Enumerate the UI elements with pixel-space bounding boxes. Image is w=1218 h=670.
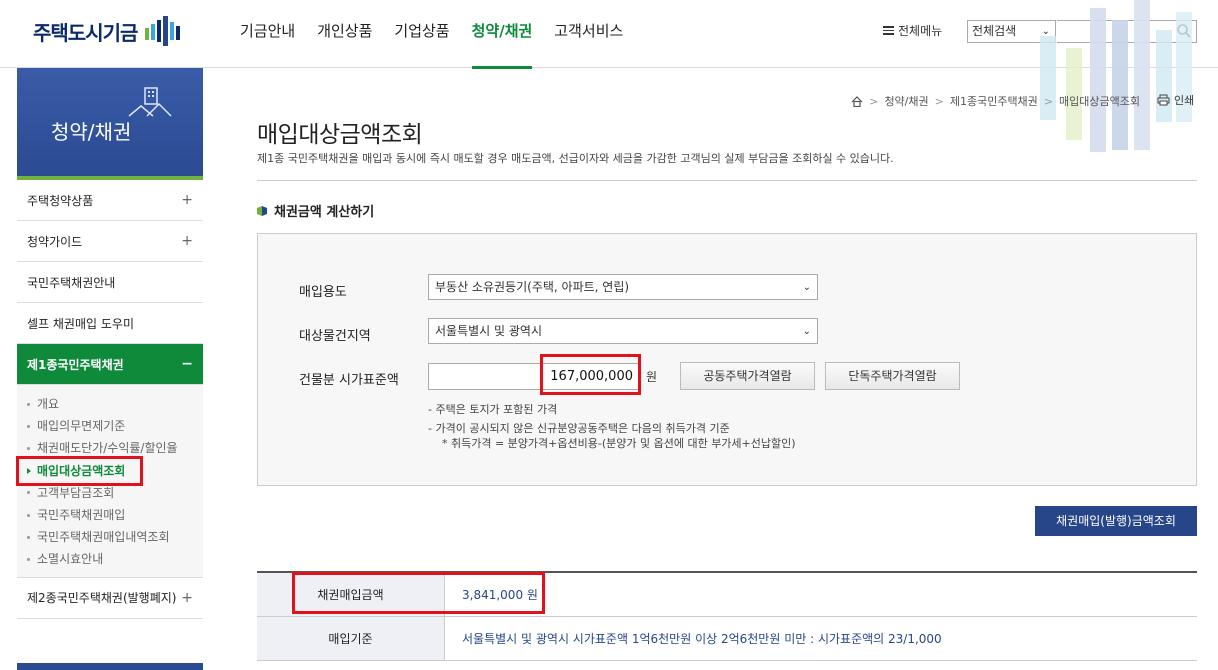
sidebar-item-label: 국민주택채권안내 — [27, 275, 116, 290]
submenu-label: 국민주택채권매입 — [37, 508, 126, 523]
breadcrumb-item-current: 매입대상금액조회 — [1059, 95, 1140, 108]
submenu-item-bond-purchase[interactable]: 국민주택채권매입 — [27, 504, 203, 526]
page-title: 매입대상금액조회 — [257, 122, 423, 148]
submenu-item-prescription[interactable]: 소멸시효안내 — [27, 548, 203, 570]
bullet-icon — [27, 446, 30, 450]
sidebar-item-type1-bond[interactable]: 제1종국민주택채권 − — [17, 344, 203, 385]
bullet-icon — [27, 535, 30, 539]
sidebar-item-label: 셀프 채권매입 도우미 — [27, 316, 134, 331]
page-description: 제1종 국민주택채권을 매입과 동시에 즉시 매도할 경우 매도금액, 선급이자… — [257, 152, 894, 165]
sidebar-menu: 주택청약상품 + 청약가이드 + 국민주택채권안내 셀프 채권매입 도우미 제1… — [17, 180, 203, 619]
nav-fund-info[interactable]: 기금안내 — [240, 0, 295, 68]
form-note: - 가격이 공시되지 않은 신규분양공동주택은 다음의 취득가격 기준 — [428, 422, 730, 435]
nav-subscription-bond[interactable]: 청약/채권 — [471, 0, 532, 69]
chevron-right-icon: > — [1043, 94, 1054, 108]
price-unit: 원 — [646, 370, 658, 384]
bullet-icon — [27, 557, 30, 561]
header-decoration — [1040, 0, 1192, 152]
submenu-item-overview[interactable]: 개요 — [27, 393, 203, 415]
chevron-right-icon: > — [934, 94, 944, 108]
section-title: 채권금액 계산하기 — [257, 201, 374, 220]
section-marker-icon — [257, 205, 267, 216]
apartment-price-button[interactable]: 공동주택가격열람 — [680, 362, 815, 390]
sidebar-item-bond-info[interactable]: 국민주택채권안내 — [17, 262, 203, 303]
chevron-down-icon: ⌄ — [802, 282, 811, 293]
logo-mark-icon — [145, 16, 181, 46]
site-logo[interactable]: 주택도시기금 — [33, 16, 181, 46]
sidebar-item-label: 주택청약상품 — [27, 193, 94, 208]
purpose-label: 매입용도 — [299, 285, 347, 300]
main-nav: 기금안내 개인상품 기업상품 청약/채권 고객서비스 — [240, 0, 645, 69]
minus-icon: − — [181, 356, 193, 372]
region-select[interactable]: 서울특별시 및 광역시 ⌄ — [428, 318, 818, 344]
printer-icon — [1157, 94, 1170, 106]
sidebar-title: 청약/채권 — [51, 120, 132, 144]
building-icon — [128, 87, 172, 117]
submenu-label: 국민주택채권매입내역조회 — [37, 530, 170, 545]
house-price-button[interactable]: 단독주택가격열람 — [825, 362, 960, 390]
result-basis-value: 서울특별시 및 광역시 시가표준액 1억6천만원 이상 2억6천만원 미만 : … — [462, 632, 942, 646]
home-icon[interactable] — [851, 95, 863, 107]
highlight-box-price — [540, 354, 641, 395]
calculate-bond-amount-button[interactable]: 채권매입(발행)금액조회 — [1035, 506, 1197, 536]
submenu-label: 매입의무면제기준 — [37, 419, 126, 434]
chevron-down-icon: ⌄ — [802, 326, 811, 337]
sidebar-item-label: 청약가이드 — [27, 234, 83, 249]
breadcrumb-item[interactable]: 제1종국민주택채권 — [950, 93, 1038, 109]
bullet-icon — [27, 513, 30, 517]
breadcrumb: > 청약/채권 > 제1종국민주택채권 > 매입대상금액조회 — [851, 93, 1140, 109]
submenu-label: 소멸시효안내 — [37, 552, 104, 567]
region-value: 서울특별시 및 광역시 — [435, 324, 542, 338]
all-menu-button[interactable]: 전체메뉴 — [883, 22, 942, 39]
breadcrumb-item[interactable]: 청약/채권 — [884, 93, 928, 109]
form-note: * 취득가격 = 분양가격+옵션비용-(분양가 및 옵션에 대한 부가세+선납할… — [442, 437, 796, 450]
sidebar-item-self-bond-helper[interactable]: 셀프 채권매입 도우미 — [17, 303, 203, 344]
sidebar-item-label: 제1종국민주택채권 — [27, 357, 124, 372]
nav-customer-service[interactable]: 고객서비스 — [554, 0, 623, 68]
sidebar-banner: 청약/채권 — [17, 68, 203, 179]
plus-icon: + — [181, 233, 193, 249]
print-button[interactable]: 인쇄 — [1157, 92, 1194, 108]
sidebar-item-subscription-guide[interactable]: 청약가이드 + — [17, 221, 203, 262]
submenu-label: 개요 — [37, 397, 60, 412]
table-row: 매입기준 서울특별시 및 광역시 시가표준액 1억6천만원 이상 2억6천만원 … — [257, 617, 1197, 661]
sidebar-item-housing-subscription[interactable]: 주택청약상품 + — [17, 180, 203, 221]
price-label: 건물분 시가표준액 — [299, 373, 399, 388]
section-title-text: 채권금액 계산하기 — [274, 205, 375, 220]
plus-icon: + — [181, 192, 193, 208]
all-menu-label: 전체메뉴 — [898, 24, 943, 38]
print-label: 인쇄 — [1174, 94, 1195, 107]
chevron-right-icon: > — [869, 94, 879, 108]
purpose-select[interactable]: 부동산 소유권등기(주택, 아파트, 연립) ⌄ — [428, 274, 818, 300]
submenu-item-exemption[interactable]: 매입의무면제기준 — [27, 415, 203, 437]
sidebar-item-label: 제2종국민주택채권(발행폐지) — [27, 591, 177, 605]
logo-text: 주택도시기금 — [33, 20, 138, 45]
region-label: 대상물건지역 — [299, 329, 371, 344]
bullet-icon — [27, 402, 30, 406]
highlight-box-sidebar — [16, 456, 143, 486]
sidebar-item-type2-bond[interactable]: 제2종국민주택채권(발행폐지) + — [17, 578, 203, 619]
nav-personal-products[interactable]: 개인상품 — [317, 0, 372, 68]
result-basis-label: 매입기준 — [257, 617, 445, 660]
bullet-icon — [27, 424, 30, 428]
search-scope-value: 전체검색 — [972, 24, 1017, 38]
hamburger-icon — [883, 24, 894, 37]
nav-corporate-products[interactable]: 기업상품 — [394, 0, 449, 68]
plus-icon: + — [181, 589, 193, 606]
divider — [257, 180, 1197, 181]
purpose-value: 부동산 소유권등기(주택, 아파트, 연립) — [435, 280, 630, 294]
bullet-icon — [27, 491, 30, 495]
highlight-box-result — [292, 572, 545, 614]
submenu-item-purchase-history[interactable]: 국민주택채권매입내역조회 — [27, 526, 203, 548]
form-note: - 주택은 토지가 포함된 가격 — [428, 403, 558, 416]
calculation-form: 매입용도 부동산 소유권등기(주택, 아파트, 연립) ⌄ 대상물건지역 서울특… — [257, 233, 1197, 486]
sidebar-bottom-banner — [17, 663, 203, 670]
